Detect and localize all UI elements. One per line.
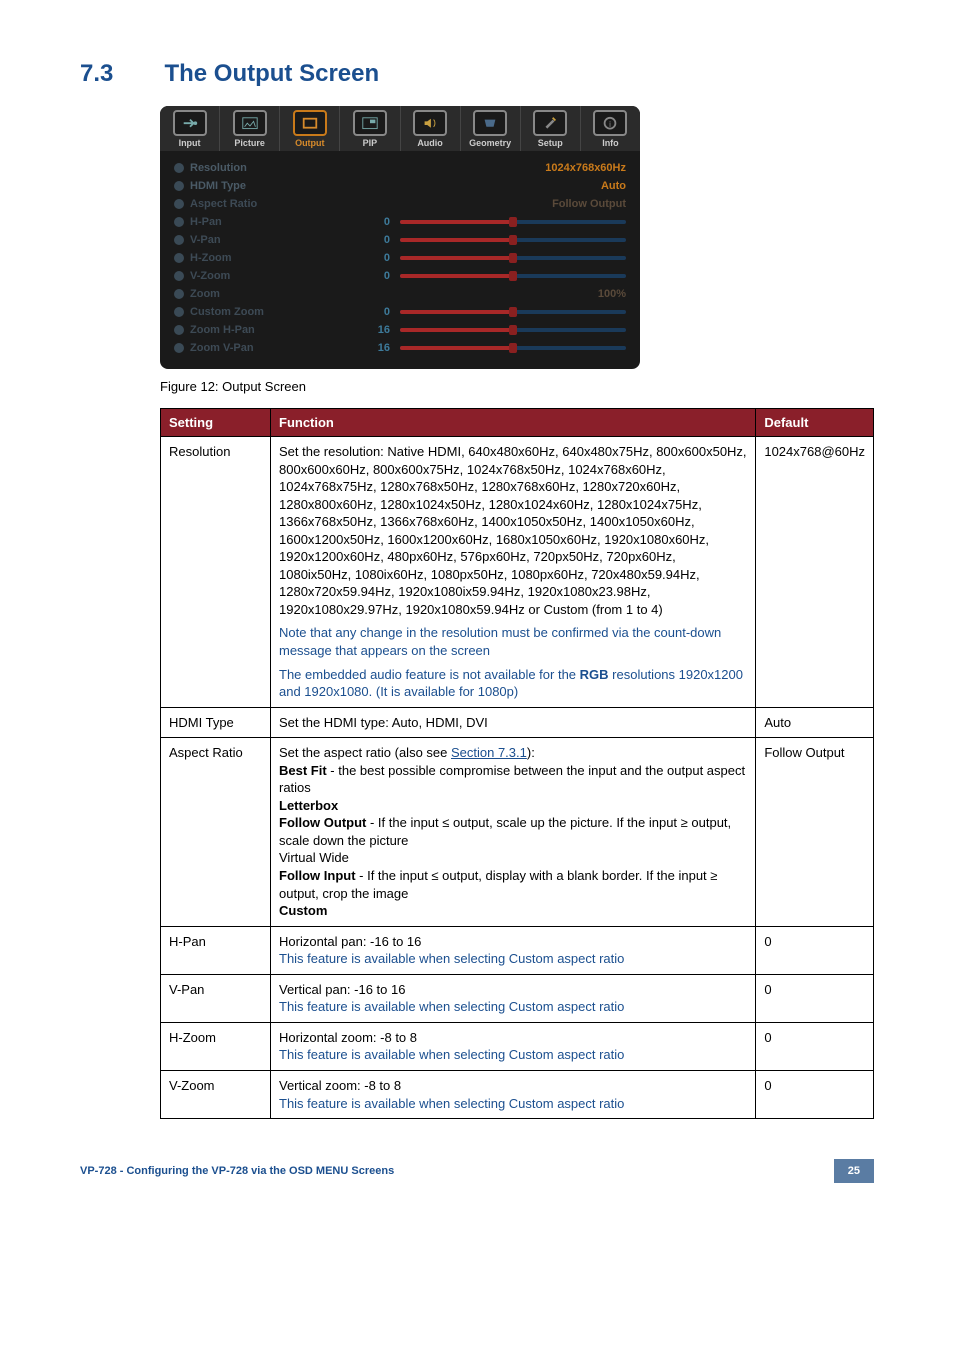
cell-default: Auto — [756, 707, 874, 738]
bullet-icon — [174, 217, 184, 227]
table-row: HDMI Type Set the HDMI type: Auto, HDMI,… — [161, 707, 874, 738]
osd-row: H-Zoom0 — [174, 249, 626, 267]
pip-icon — [353, 110, 387, 136]
bullet-icon — [174, 253, 184, 263]
osd-tab-geometry: Geometry — [461, 106, 521, 151]
bullet-icon — [174, 289, 184, 299]
cell-function: Set the HDMI type: Auto, HDMI, DVI — [271, 707, 756, 738]
heading-title: The Output Screen — [164, 60, 379, 88]
osd-row: Zoom V-Pan16 — [174, 339, 626, 357]
th-setting: Setting — [161, 409, 271, 437]
osd-row: V-Zoom0 — [174, 267, 626, 285]
osd-row: Aspect RatioFollow Output — [174, 195, 626, 213]
footer-text: VP-728 - Configuring the VP-728 via the … — [80, 1165, 394, 1177]
osd-tab-pip: PIP — [340, 106, 400, 151]
table-row: V-Zoom Vertical zoom: -8 to 8 This featu… — [161, 1070, 874, 1118]
bullet-icon — [174, 163, 184, 173]
cell-setting: H-Pan — [161, 926, 271, 974]
osd-tab-output: Output — [280, 106, 340, 151]
osd-row: Resolution1024x768x60Hz — [174, 159, 626, 177]
page-number: 25 — [834, 1159, 874, 1183]
section-heading: 7.3 The Output Screen — [80, 60, 874, 88]
table-row: H-Pan Horizontal pan: -16 to 16 This fea… — [161, 926, 874, 974]
osd-row: H-Pan0 — [174, 213, 626, 231]
input-icon — [173, 110, 207, 136]
slider — [400, 236, 626, 244]
slider — [400, 272, 626, 280]
cell-default: 0 — [756, 926, 874, 974]
slider — [400, 218, 626, 226]
settings-table: Setting Function Default Resolution Set … — [160, 408, 874, 1119]
cell-setting: Resolution — [161, 437, 271, 708]
bullet-icon — [174, 181, 184, 191]
slider — [400, 308, 626, 316]
osd-row: Zoom H-Pan16 — [174, 321, 626, 339]
cell-default: 0 — [756, 1070, 874, 1118]
cell-function: Vertical zoom: -8 to 8 This feature is a… — [271, 1070, 756, 1118]
figure-caption: Figure 12: Output Screen — [160, 379, 874, 394]
cell-function: Horizontal zoom: -8 to 8 This feature is… — [271, 1022, 756, 1070]
slider — [400, 254, 626, 262]
bullet-icon — [174, 343, 184, 353]
th-default: Default — [756, 409, 874, 437]
bullet-icon — [174, 235, 184, 245]
osd-row: HDMI TypeAuto — [174, 177, 626, 195]
osd-tab-audio: Audio — [401, 106, 461, 151]
osd-row: Custom Zoom0 — [174, 303, 626, 321]
svg-text:i: i — [610, 120, 612, 129]
cell-default: 0 — [756, 1022, 874, 1070]
table-row: Aspect Ratio Set the aspect ratio (also … — [161, 738, 874, 926]
cell-function: Set the resolution: Native HDMI, 640x480… — [271, 437, 756, 708]
cell-function: Set the aspect ratio (also see Section 7… — [271, 738, 756, 926]
cell-default: 0 — [756, 974, 874, 1022]
setup-icon — [533, 110, 567, 136]
cell-function: Horizontal pan: -16 to 16 This feature i… — [271, 926, 756, 974]
heading-number: 7.3 — [80, 60, 160, 88]
table-row: H-Zoom Horizontal zoom: -8 to 8 This fea… — [161, 1022, 874, 1070]
cell-default: 1024x768@60Hz — [756, 437, 874, 708]
picture-icon — [233, 110, 267, 136]
cell-setting: V-Zoom — [161, 1070, 271, 1118]
page-footer: VP-728 - Configuring the VP-728 via the … — [80, 1159, 874, 1183]
audio-icon — [413, 110, 447, 136]
bullet-icon — [174, 271, 184, 281]
cell-setting: Aspect Ratio — [161, 738, 271, 926]
osd-tab-setup: Setup — [521, 106, 581, 151]
osd-tab-picture: Picture — [220, 106, 280, 151]
cell-setting: H-Zoom — [161, 1022, 271, 1070]
geometry-icon — [473, 110, 507, 136]
table-header-row: Setting Function Default — [161, 409, 874, 437]
osd-tab-input: Input — [160, 106, 220, 151]
osd-row: Zoom100% — [174, 285, 626, 303]
slider — [400, 344, 626, 352]
osd-tab-info: iInfo — [581, 106, 640, 151]
bullet-icon — [174, 307, 184, 317]
osd-row: V-Pan0 — [174, 231, 626, 249]
osd-screenshot: InputPictureOutputPIPAudioGeometrySetupi… — [160, 106, 640, 369]
table-row: Resolution Set the resolution: Native HD… — [161, 437, 874, 708]
th-function: Function — [271, 409, 756, 437]
cell-default: Follow Output — [756, 738, 874, 926]
cell-function: Vertical pan: -16 to 16 This feature is … — [271, 974, 756, 1022]
cell-setting: HDMI Type — [161, 707, 271, 738]
table-row: V-Pan Vertical pan: -16 to 16 This featu… — [161, 974, 874, 1022]
bullet-icon — [174, 199, 184, 209]
info-icon: i — [593, 110, 627, 136]
section-link[interactable]: Section 7.3.1 — [451, 745, 527, 760]
bullet-icon — [174, 325, 184, 335]
output-icon — [293, 110, 327, 136]
slider — [400, 326, 626, 334]
cell-setting: V-Pan — [161, 974, 271, 1022]
